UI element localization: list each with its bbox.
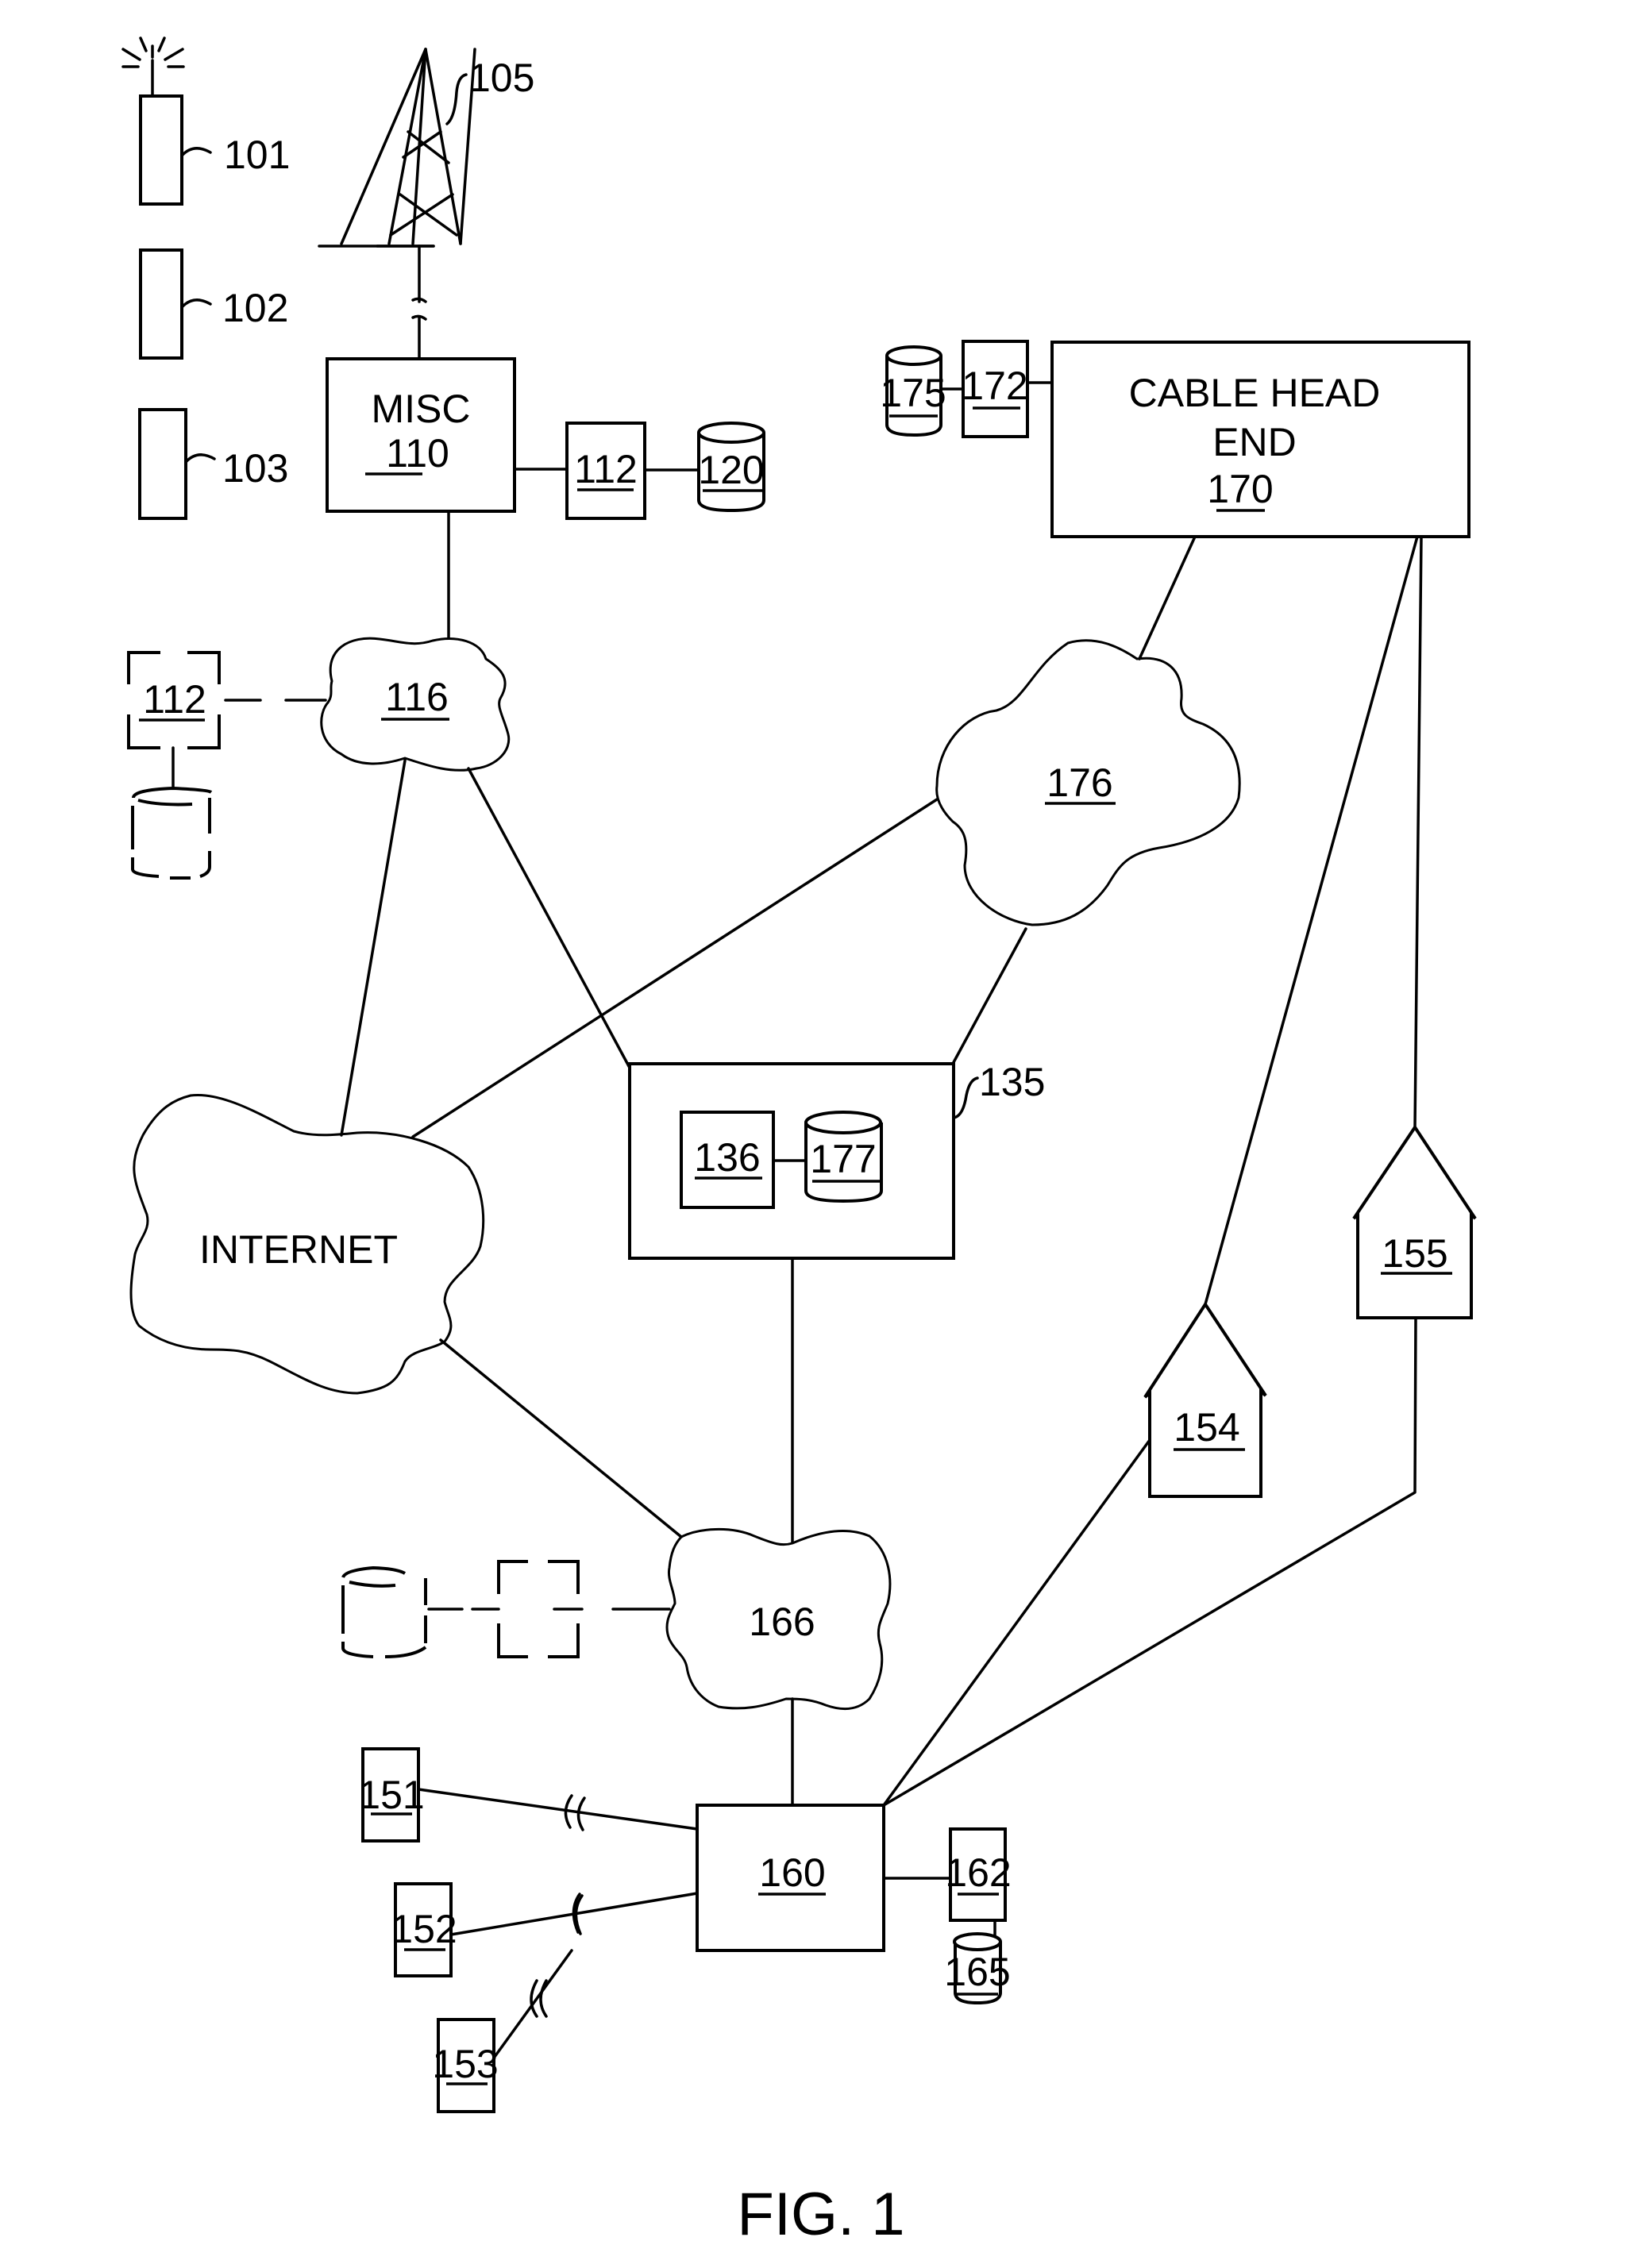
server-172: 172 bbox=[962, 340, 1029, 438]
home-154: 154 bbox=[1143, 1301, 1267, 1498]
internet-cloud: INTERNET bbox=[129, 1093, 485, 1395]
terminal-153: 153 bbox=[432, 2018, 499, 2113]
cable-head-end-170: CABLE HEAD END 170 bbox=[1050, 341, 1470, 538]
ref-172: 172 bbox=[962, 364, 1027, 408]
optional-server-112: 112 bbox=[127, 651, 221, 749]
link-170-176 bbox=[1138, 535, 1197, 660]
terminal-151: 151 bbox=[358, 1747, 425, 1843]
ref-175: 175 bbox=[880, 371, 946, 415]
headend-title-line2: END bbox=[1212, 420, 1297, 464]
ref-112: 112 bbox=[574, 447, 638, 491]
database-120: 120 bbox=[697, 422, 765, 513]
link-151-160 bbox=[417, 1788, 699, 1831]
ref-154: 154 bbox=[1174, 1405, 1239, 1450]
database-177: 177 bbox=[804, 1111, 883, 1203]
server-162: 162 bbox=[945, 1827, 1012, 1922]
network-cloud-176: 176 bbox=[935, 639, 1241, 926]
ref-176: 176 bbox=[1046, 760, 1112, 805]
ref-112-optional: 112 bbox=[143, 677, 206, 722]
optional-database bbox=[131, 786, 213, 880]
link-116-135 bbox=[467, 767, 631, 1069]
ref-110: 110 bbox=[386, 431, 449, 476]
optional-database-166 bbox=[341, 1565, 427, 1658]
link-160-154 bbox=[882, 1438, 1151, 1807]
network-cloud-116: 116 bbox=[320, 637, 511, 772]
link-116-internet bbox=[340, 759, 407, 1137]
ref-152: 152 bbox=[391, 1907, 457, 1951]
gateway-160: 160 bbox=[696, 1804, 885, 1952]
misc-110: MISC 110 bbox=[326, 357, 516, 513]
ref-102: 102 bbox=[222, 286, 288, 330]
home-155: 155 bbox=[1352, 1124, 1477, 1319]
figure-caption: FIG. 1 bbox=[737, 2181, 904, 2248]
terminal-152: 152 bbox=[391, 1882, 457, 1977]
ref-101: 101 bbox=[224, 133, 290, 177]
ref-155: 155 bbox=[1382, 1231, 1447, 1276]
signal-icon bbox=[121, 37, 185, 98]
ref-103: 103 bbox=[222, 446, 288, 491]
misc-title: MISC bbox=[372, 387, 471, 431]
link-176-135 bbox=[951, 927, 1027, 1065]
ref-160: 160 bbox=[759, 1850, 825, 1895]
cell-tower-105: 105 bbox=[318, 48, 534, 248]
mobile-device-102: 102 bbox=[139, 248, 288, 360]
ref-177: 177 bbox=[810, 1137, 876, 1181]
headend-title-line1: CABLE HEAD bbox=[1129, 371, 1381, 415]
mobile-device-103: 103 bbox=[138, 408, 288, 520]
ref-105: 105 bbox=[468, 56, 534, 100]
ref-153: 153 bbox=[432, 2042, 498, 2086]
ref-162: 162 bbox=[945, 1850, 1011, 1895]
ref-135: 135 bbox=[979, 1060, 1045, 1104]
ref-170: 170 bbox=[1207, 467, 1273, 511]
server-112: 112 bbox=[565, 422, 646, 520]
figure-canvas: 101 102 103 105 MISC 110 112 120 116 112… bbox=[121, 37, 1477, 2248]
tower-icon bbox=[318, 48, 476, 248]
server-136: 136 bbox=[680, 1111, 775, 1209]
link-internet-166 bbox=[439, 1338, 683, 1538]
database-165: 165 bbox=[944, 1932, 1011, 2005]
link-170-155 bbox=[1413, 535, 1423, 1129]
ref-120: 120 bbox=[698, 448, 764, 492]
network-cloud-166: 166 bbox=[665, 1528, 892, 1710]
mobile-device-101: 101 bbox=[121, 37, 290, 206]
ref-165: 165 bbox=[944, 1950, 1010, 1994]
ref-166: 166 bbox=[749, 1600, 815, 1644]
break-symbol-153 bbox=[530, 1979, 548, 2018]
ref-116: 116 bbox=[385, 675, 449, 719]
ref-136: 136 bbox=[694, 1135, 760, 1180]
database-175: 175 bbox=[880, 345, 946, 437]
internet-label: INTERNET bbox=[199, 1227, 398, 1272]
ref-151: 151 bbox=[358, 1773, 424, 1817]
